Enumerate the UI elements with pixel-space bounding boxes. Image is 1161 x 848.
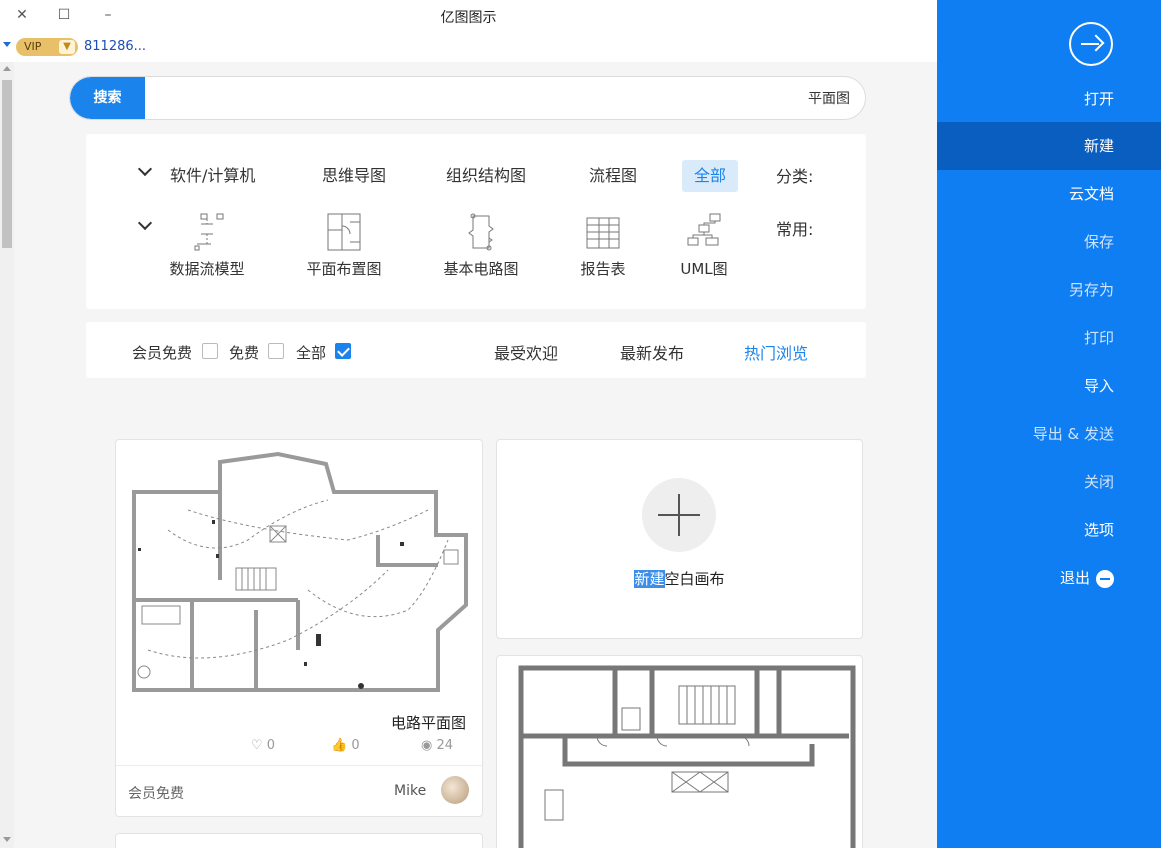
menu-exit[interactable]: 退出 bbox=[937, 554, 1161, 602]
search-button[interactable]: 搜索 bbox=[70, 77, 145, 119]
menu-new[interactable]: 新建 bbox=[937, 122, 1161, 170]
filter-free-label: 免费 bbox=[229, 344, 260, 362]
tab-popular[interactable]: 最受欢迎 bbox=[494, 340, 558, 364]
template-thumbnail-2[interactable] bbox=[517, 664, 857, 848]
scroll-thumb[interactable] bbox=[2, 80, 12, 248]
common-report-table[interactable]: 报告表 bbox=[548, 212, 658, 279]
menu-cloud-docs[interactable]: 云文档 bbox=[937, 170, 1161, 218]
floor-plan-icon bbox=[327, 213, 361, 251]
filter-all-checkbox[interactable] bbox=[335, 343, 351, 359]
common-data-flow-label: 数据流模型 bbox=[169, 260, 245, 278]
file-menu-sidebar: 打开 新建 云文档 保存 另存为 打印 导入 导出 & 发送 关闭 选项 退出 bbox=[937, 0, 1161, 848]
menu-export-send[interactable]: 导出 & 发送 bbox=[937, 410, 1161, 458]
category-panel: 分类: 全部 流程图 组织结构图 思维导图 软件/计算机 常用: UML图 报告… bbox=[86, 134, 866, 309]
filter-member-free-label: 会员免费 bbox=[132, 344, 193, 362]
common-row-label: 常用: bbox=[776, 220, 814, 239]
template-card-next[interactable] bbox=[115, 833, 483, 848]
tab-hot[interactable]: 热门浏览 bbox=[744, 340, 808, 364]
template-gallery: 搜索 分类: 全部 流程图 组织结构图 思维导图 软件/计算机 常用: UML图 bbox=[14, 62, 937, 848]
card-divider bbox=[116, 765, 482, 766]
common-expand-chevron-icon[interactable] bbox=[138, 218, 150, 230]
scroll-up-arrow-icon[interactable] bbox=[3, 66, 11, 71]
filter-panel: 热门浏览 最新发布 最受欢迎 全部 免费 会员免费 bbox=[86, 322, 866, 378]
avatar[interactable] bbox=[441, 776, 469, 804]
category-row-label: 分类: bbox=[776, 167, 814, 186]
user-bar[interactable]: VIP ▼ 811286... bbox=[0, 34, 300, 60]
common-circuit[interactable]: 基本电路图 bbox=[426, 212, 536, 279]
scroll-down-arrow-icon[interactable] bbox=[3, 837, 11, 842]
filter-all-label: 全部 bbox=[296, 344, 327, 362]
template-card-preview[interactable] bbox=[496, 655, 863, 848]
category-software[interactable]: 软件/计算机 bbox=[170, 160, 255, 192]
search-bar: 搜索 bbox=[69, 76, 866, 120]
category-mind-map[interactable]: 思维导图 bbox=[322, 160, 386, 192]
user-dropdown-icon[interactable] bbox=[3, 42, 11, 47]
eye-icon: ◉ bbox=[421, 738, 433, 753]
filter-member-free-checkbox[interactable] bbox=[202, 343, 218, 359]
thumbs-up-icon: 👍 bbox=[331, 738, 348, 753]
new-blank-canvas-card[interactable]: 新建空白画布 bbox=[496, 439, 863, 639]
user-id[interactable]: 811286... bbox=[84, 39, 146, 54]
menu-options[interactable]: 选项 bbox=[937, 506, 1161, 554]
category-flowchart[interactable]: 流程图 bbox=[589, 160, 637, 192]
search-input[interactable] bbox=[150, 77, 850, 119]
tab-newest[interactable]: 最新发布 bbox=[620, 340, 684, 364]
template-thumbnail[interactable] bbox=[128, 450, 470, 695]
common-circuit-label: 基本电路图 bbox=[443, 260, 519, 278]
category-expand-chevron-icon[interactable] bbox=[138, 164, 150, 176]
view-count: ◉ 24 bbox=[421, 738, 454, 753]
circuit-icon bbox=[468, 213, 494, 251]
heart-icon: ♡ bbox=[251, 738, 263, 753]
vertical-scrollbar[interactable] bbox=[0, 62, 14, 848]
data-flow-icon bbox=[194, 213, 224, 251]
menu-save[interactable]: 保存 bbox=[937, 218, 1161, 266]
menu-import[interactable]: 导入 bbox=[937, 362, 1161, 410]
filter-free-checkbox[interactable] bbox=[268, 343, 284, 359]
menu-print[interactable]: 打印 bbox=[937, 314, 1161, 362]
common-data-flow[interactable]: 数据流模型 bbox=[152, 212, 262, 279]
menu-open[interactable]: 打开 bbox=[937, 75, 1161, 123]
vip-badge[interactable]: VIP ▼ bbox=[16, 38, 78, 56]
common-uml-label: UML图 bbox=[680, 260, 728, 278]
author-name[interactable]: Mike bbox=[394, 783, 426, 799]
menu-exit-label: 退出 bbox=[1059, 569, 1090, 587]
vip-label: VIP bbox=[24, 40, 42, 53]
like-count[interactable]: 👍 0 bbox=[331, 738, 360, 753]
common-floor-plan-label: 平面布置图 bbox=[306, 260, 382, 278]
new-blank-canvas-label: 新建空白画布 bbox=[634, 570, 725, 588]
common-floor-plan[interactable]: 平面布置图 bbox=[289, 212, 399, 279]
report-table-icon bbox=[586, 217, 620, 249]
exit-icon bbox=[1096, 569, 1114, 588]
app-title: 亿图图示 bbox=[440, 10, 497, 26]
category-all[interactable]: 全部 bbox=[682, 160, 739, 192]
menu-save-as[interactable]: 另存为 bbox=[937, 266, 1161, 314]
common-uml[interactable]: UML图 bbox=[649, 212, 759, 279]
back-arrow-icon[interactable] bbox=[1069, 22, 1113, 66]
template-price-tag: 会员免费 bbox=[128, 786, 184, 802]
menu-close[interactable]: 关闭 bbox=[937, 458, 1161, 506]
common-report-table-label: 报告表 bbox=[580, 260, 626, 278]
category-org-chart[interactable]: 组织结构图 bbox=[446, 160, 526, 192]
vip-shield-icon: ▼ bbox=[59, 40, 75, 54]
template-title[interactable]: 电路平面图 bbox=[126, 712, 466, 733]
template-card[interactable]: 电路平面图 ◉ 24 👍 0 ♡ 0 会员免费 Mike bbox=[115, 439, 483, 817]
title-bar: ✕ ☐ – 亿图图示 bbox=[0, 0, 937, 32]
plus-icon[interactable] bbox=[642, 478, 716, 552]
favorite-count[interactable]: ♡ 0 bbox=[251, 738, 275, 753]
uml-icon bbox=[687, 213, 721, 246]
